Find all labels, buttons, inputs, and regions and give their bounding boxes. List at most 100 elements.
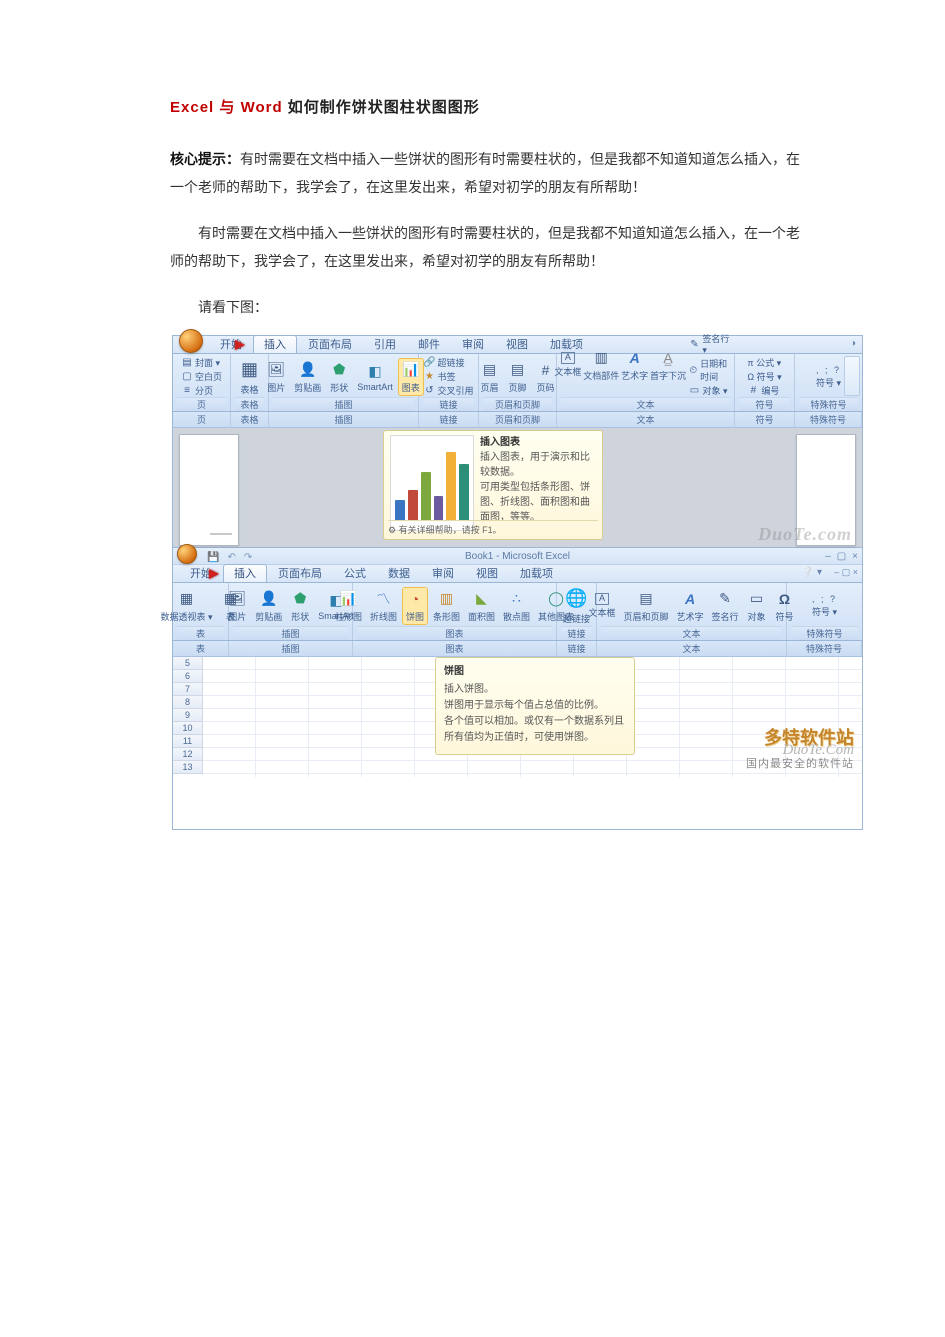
column-chart-button[interactable]: 📊柱形图	[333, 588, 364, 624]
bookmark-icon: ★	[423, 372, 435, 382]
excel-office-button[interactable]	[177, 544, 197, 564]
xl-headerfooter-icon: ▤	[636, 589, 656, 609]
min-button[interactable]: –	[825, 551, 831, 562]
xl-strip-illust: 插图	[229, 641, 353, 656]
row-header[interactable]: 11	[173, 735, 202, 748]
xl-clipart-button[interactable]: 👤剪贴画	[253, 588, 284, 624]
row-header[interactable]: 10	[173, 722, 202, 735]
word-tab-pagelayout[interactable]: 页面布局	[297, 335, 363, 353]
table-button[interactable]: ▦ 表格	[234, 357, 266, 397]
xl-inner-max[interactable]: ▢	[842, 567, 851, 577]
word-tab-mailings[interactable]: 邮件	[407, 335, 451, 353]
tooltip-chart-thumb	[390, 435, 474, 531]
word-tab-home[interactable]: 开始	[209, 335, 253, 353]
row-header[interactable]: 8	[173, 696, 202, 709]
xl-special-row1[interactable]: , ; ?	[812, 594, 837, 604]
duote-slogan: 国内最安全的软件站	[746, 757, 854, 771]
pie-chart-button[interactable]: ◔饼图	[403, 588, 427, 624]
close-button[interactable]: ×	[852, 551, 858, 562]
excel-tab-insert[interactable]: 插入	[223, 564, 267, 582]
row-header[interactable]: 13	[173, 761, 202, 774]
row-header[interactable]: 5	[173, 657, 202, 670]
row-header[interactable]: 6	[173, 670, 202, 683]
xl-headerfooter-button[interactable]: ▤页眉和页脚	[621, 588, 670, 624]
xl-picture-button[interactable]: 🖼图片	[225, 588, 249, 624]
wordart-button[interactable]: A艺术字	[622, 347, 648, 383]
strip-symbols: 符号	[735, 412, 795, 427]
title-word: Word	[241, 99, 283, 116]
pie-tip-line3: 各个值可以相加。或仅有一个数据系列且所有值均为正值时，可使用饼图。	[444, 714, 626, 746]
dropcap-button[interactable]: A͇首字下沉	[652, 347, 685, 383]
excel-sheet[interactable]: 5 6 7 8 9 10 11 12 13 饼图 插入饼图。 饼图用于显示每个值…	[173, 657, 862, 777]
excel-tab-view[interactable]: 视图	[465, 564, 509, 582]
table-icon: ▦	[236, 358, 264, 382]
office-button[interactable]	[179, 329, 203, 353]
word-tab-references[interactable]: 引用	[363, 335, 407, 353]
article-title: Excel 与 Word 如何制作饼状图柱状图图形	[170, 96, 805, 117]
shapes-button[interactable]: ⬟形状	[327, 359, 351, 395]
scatter-chart-button[interactable]: ∴散点图	[501, 588, 532, 624]
header-button[interactable]: ▤页眉	[478, 359, 502, 395]
xl-wordart-button[interactable]: A艺术字	[675, 588, 706, 624]
line-chart-button[interactable]: 〽折线图	[368, 588, 399, 624]
excel-tab-addins[interactable]: 加载项	[509, 564, 564, 582]
crossref-button[interactable]: ↺交叉引用	[423, 384, 473, 397]
wordart-icon: A	[625, 348, 645, 368]
signature-line-button[interactable]: ✎签名行 ▾	[689, 332, 737, 356]
page-break-button[interactable]: ≡分页	[181, 384, 222, 397]
strip-hf: 页眉和页脚	[479, 412, 557, 427]
excel-help-icon[interactable]: ❔ ▾	[802, 567, 822, 578]
special-more-button[interactable]: 符号 ▾	[816, 376, 841, 389]
excel-row-headers: 5 6 7 8 9 10 11 12 13	[173, 657, 203, 774]
picture-button[interactable]: 🖼图片	[264, 359, 288, 395]
xl-picture-icon: 🖼	[227, 589, 247, 609]
object-button[interactable]: ▭对象 ▾	[689, 384, 737, 397]
bookmark-button[interactable]: ★书签	[423, 370, 473, 383]
clipart-button[interactable]: 👤剪贴画	[292, 359, 323, 395]
excel-tab-pagelayout[interactable]: 页面布局	[267, 564, 333, 582]
word-group-links: 🔗超链接 ★书签 ↺交叉引用 链接	[419, 354, 479, 411]
blank-page-button[interactable]: ▢空白页	[181, 370, 222, 383]
word-page-left	[179, 434, 239, 546]
word-tab-insert[interactable]: 插入	[253, 335, 297, 353]
datetime-button[interactable]: ⏲日期和时间	[689, 357, 737, 383]
bar-chart-button[interactable]: ▥条形图	[431, 588, 462, 624]
numbering-button[interactable]: #编号	[747, 384, 781, 397]
xl-inner-close[interactable]: ×	[853, 567, 858, 577]
bar-chart-icon: ▥	[436, 589, 456, 609]
area-chart-button[interactable]: ◣面积图	[466, 588, 497, 624]
word-tab-review[interactable]: 审阅	[451, 335, 495, 353]
smartart-button[interactable]: ◧SmartArt	[355, 360, 395, 393]
footer-button[interactable]: ▤页脚	[506, 359, 530, 395]
word-tab-view[interactable]: 视图	[495, 335, 539, 353]
xl-wordart-icon: A	[680, 589, 700, 609]
row-header[interactable]: 12	[173, 748, 202, 761]
max-button[interactable]: ▢	[837, 551, 846, 562]
strip-illust: 插图	[269, 412, 419, 427]
xl-object-button[interactable]: ▭对象	[745, 588, 769, 624]
xl-signature-button[interactable]: ✎签名行	[710, 588, 741, 624]
excel-tab-data[interactable]: 数据	[377, 564, 421, 582]
textbox-icon: A	[561, 352, 575, 364]
word-help-icon[interactable]: ◑	[850, 338, 856, 349]
chart-bar	[446, 452, 456, 520]
watermark-duote-1: DuoTe.com	[758, 524, 852, 545]
excel-tab-review[interactable]: 审阅	[421, 564, 465, 582]
row-header[interactable]: 7	[173, 683, 202, 696]
hyperlink-button[interactable]: 🔗超链接	[423, 356, 473, 369]
cover-page-button[interactable]: ▤封面 ▾	[181, 356, 222, 369]
textbox-button[interactable]: A文本框	[555, 351, 581, 379]
xl-inner-min[interactable]: –	[834, 567, 839, 577]
xl-textbox-button[interactable]: A文本框	[586, 592, 617, 620]
xl-special-more-button[interactable]: 符号 ▾	[812, 605, 837, 618]
quickparts-button[interactable]: ▥文档部件	[585, 347, 618, 383]
special-row1[interactable]: , ; ?	[816, 365, 841, 375]
xl-shapes-button[interactable]: ⬟形状	[288, 588, 312, 624]
xl-group-label-text: 文本	[601, 626, 782, 640]
row-header[interactable]: 9	[173, 709, 202, 722]
excel-tab-formulas[interactable]: 公式	[333, 564, 377, 582]
word-help-pill[interactable]	[844, 356, 860, 396]
equation-button[interactable]: π 公式 ▾	[747, 356, 781, 369]
symbol-button[interactable]: Ω 符号 ▾	[747, 370, 781, 383]
pivottable-button[interactable]: ▦数据透视表 ▾	[158, 588, 214, 624]
